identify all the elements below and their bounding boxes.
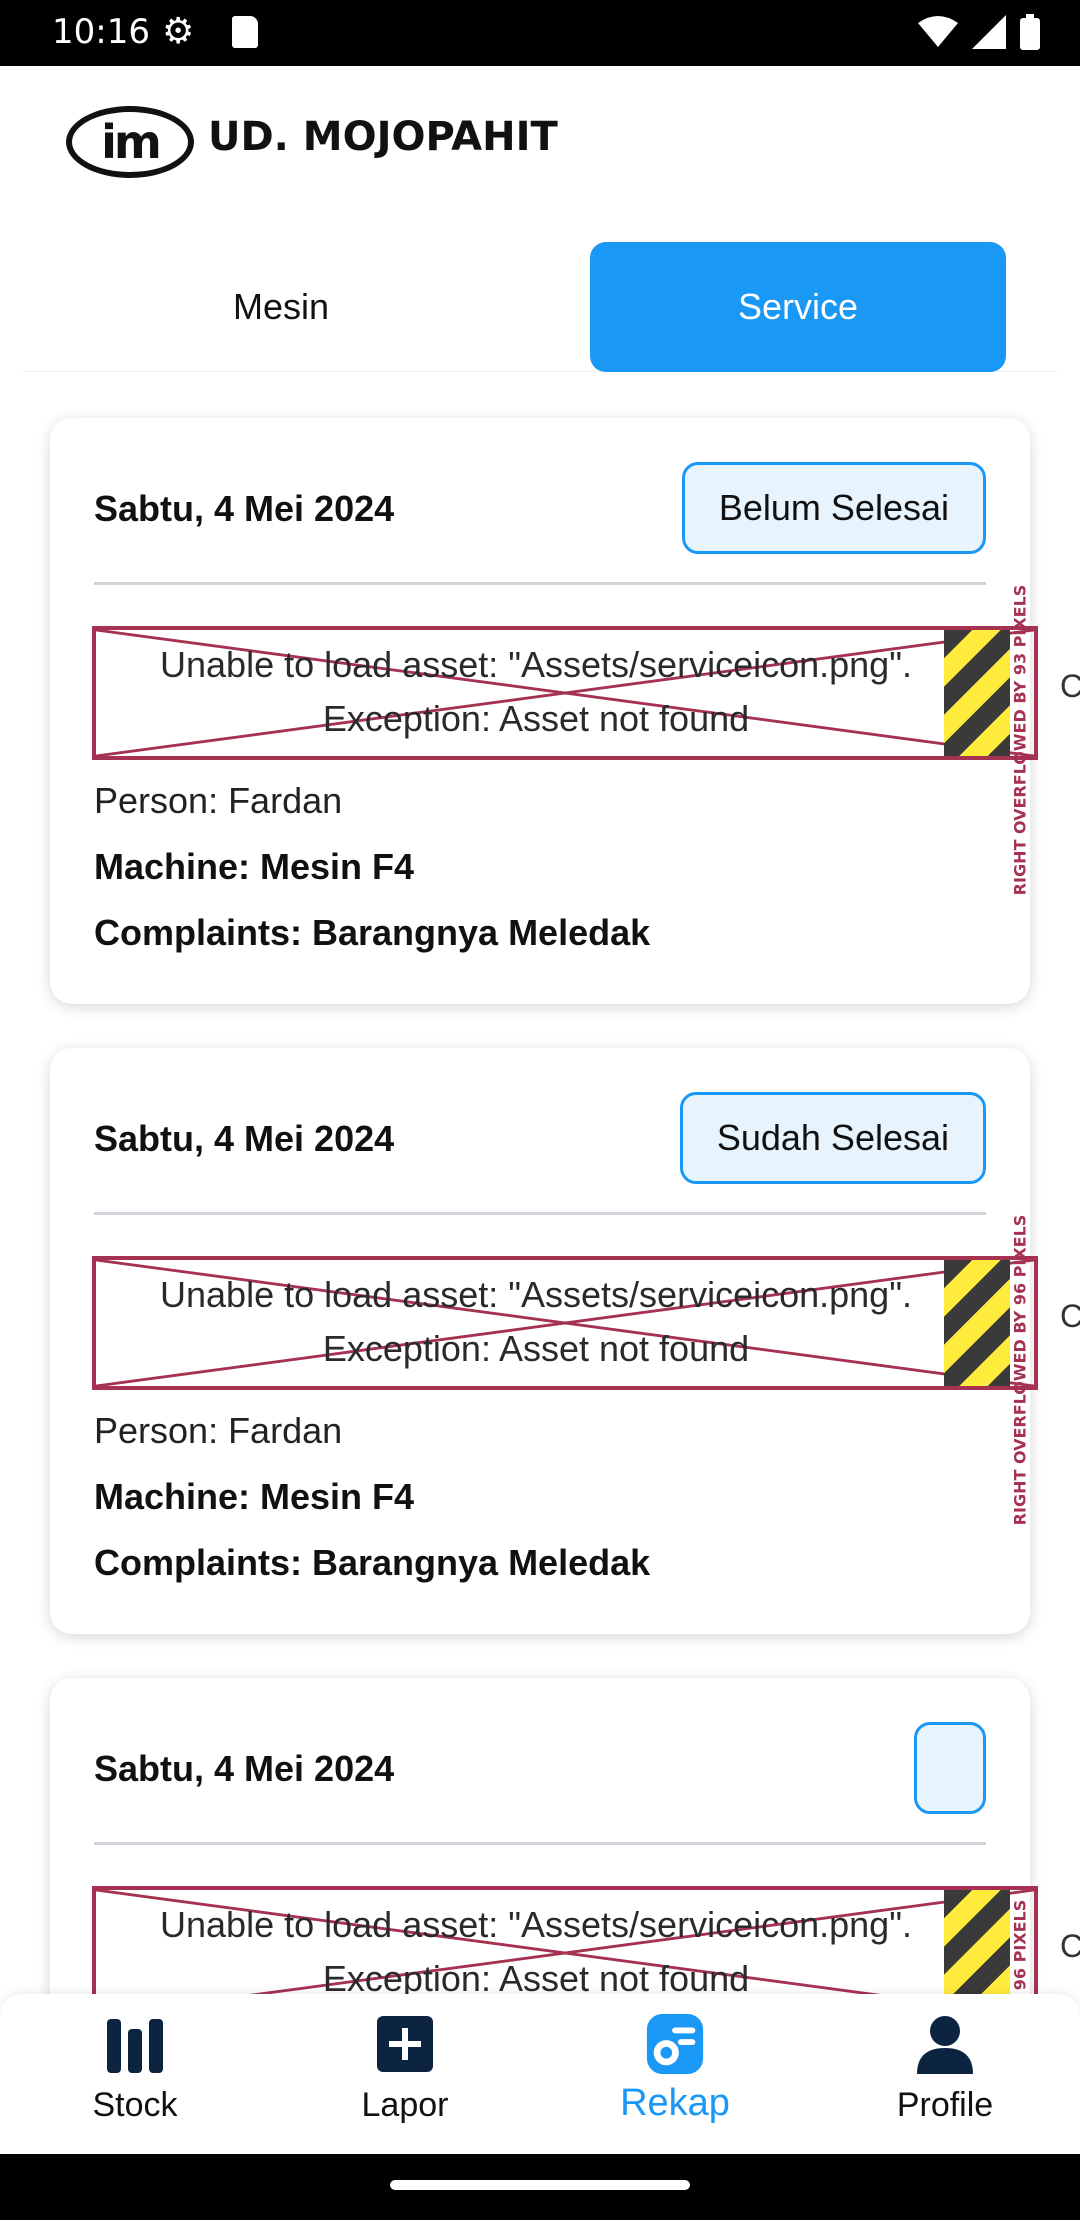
overflow-text: RIGHT OVERFLOWED BY 96 PIXELS [1010, 1214, 1030, 1526]
service-card[interactable]: Sabtu, 4 Mei 2024 Unable to load asset: … [50, 1678, 1080, 1994]
card-divider [94, 1842, 986, 1845]
error-line-2: Exception: Asset not found [322, 1328, 750, 1369]
status-time: 10:16 [52, 12, 150, 52]
error-message: Unable to load asset: "Assets/serviceico… [96, 1268, 976, 1376]
nav-lapor[interactable]: Lapor [270, 2012, 540, 2142]
sd-card-icon [232, 16, 258, 48]
clipped-char: C [1060, 668, 1080, 704]
nav-label: Profile [896, 2086, 994, 2124]
nav-stock[interactable]: Stock [0, 2012, 270, 2142]
asset-error-box: Unable to load asset: "Assets/serviceico… [92, 1886, 1038, 1994]
status-icons [918, 14, 1040, 50]
error-line-1: Unable to load asset: "Assets/serviceico… [160, 644, 912, 685]
overflow-stripes [944, 1890, 1010, 1994]
error-message: Unable to load asset: "Assets/serviceico… [96, 638, 976, 746]
service-card[interactable]: Sabtu, 4 Mei 2024 Belum Selesai Unable t… [50, 418, 1080, 1004]
error-line-2: Exception: Asset not found [322, 1958, 750, 1994]
brand-logo-icon: im [66, 106, 194, 178]
asset-error-box: Unable to load asset: "Assets/serviceico… [92, 585, 1038, 895]
overflow-text: RIGHT OVERFLOWED BY 93 PIXELS [1010, 584, 1030, 896]
error-line-1: Unable to load asset: "Assets/serviceico… [160, 1904, 912, 1945]
bar-chart-icon [103, 2012, 167, 2076]
status-badge[interactable]: Belum Selesai [681, 462, 986, 554]
nav-profile[interactable]: Profile [810, 2012, 1080, 2142]
error-message: Unable to load asset: "Assets/serviceico… [96, 1898, 976, 1994]
service-list[interactable]: Sabtu, 4 Mei 2024 Belum Selesai Unable t… [0, 372, 1080, 1994]
overflow-text: FLOWED BY 96 PIXELS [1011, 1900, 1030, 1994]
nav-label: Rekap [620, 2082, 730, 2124]
card-date: Sabtu, 4 Mei 2024 [94, 488, 395, 529]
brand-name: UD. MOJOPAHIT [208, 114, 558, 160]
tab-mesin[interactable]: Mesin [22, 242, 540, 372]
plus-box-icon [373, 2012, 437, 2076]
wifi-icon [918, 16, 958, 47]
nav-rekap[interactable]: Rekap [540, 2012, 810, 2142]
person-icon [913, 2012, 977, 2076]
card-person: Person: Fardan [94, 780, 343, 821]
card-divider [94, 582, 986, 585]
tab-service[interactable]: Service [590, 242, 1006, 372]
card-date: Sabtu, 4 Mei 2024 [94, 1118, 395, 1159]
signal-icon [972, 15, 1006, 49]
system-gesture-bar [0, 2154, 1080, 2220]
card-complaint: Complaints: Barangnya Meledak [94, 1542, 651, 1583]
asset-error-box: Unable to load asset: "Assets/serviceico… [92, 1215, 1038, 1525]
clipped-char: C [1060, 1298, 1080, 1334]
card-divider [94, 1212, 986, 1215]
overflow-stripes [944, 1260, 1010, 1386]
status-badge[interactable] [914, 1722, 986, 1814]
home-handle[interactable] [390, 2180, 690, 2190]
error-line-1: Unable to load asset: "Assets/serviceico… [160, 1274, 912, 1315]
settings-gear-icon: ⚙ [162, 11, 195, 52]
card-date: Sabtu, 4 Mei 2024 [94, 1748, 395, 1789]
nav-label: Stock [92, 2086, 178, 2124]
recap-icon [643, 2012, 707, 2076]
card-complaint: Complaints: Barangnya Meledak [94, 912, 651, 953]
card-person: Person: Fardan [94, 1410, 343, 1451]
card-machine: Machine: Mesin F4 [94, 1476, 415, 1517]
bottom-nav: Stock Lapor Rekap Profile [0, 1994, 1080, 2154]
overflow-stripes [944, 630, 1010, 756]
card-machine: Machine: Mesin F4 [94, 846, 415, 887]
battery-icon [1020, 14, 1040, 50]
tab-bar: Mesin Service [22, 242, 1058, 372]
error-line-2: Exception: Asset not found [322, 698, 750, 739]
nav-label: Lapor [361, 2086, 449, 2124]
clipped-char: C [1060, 1928, 1080, 1964]
status-bar: 10:16 ⚙ [0, 0, 1080, 66]
service-card[interactable]: Sabtu, 4 Mei 2024 Sudah Selesai Unable t… [50, 1048, 1080, 1634]
status-badge[interactable]: Sudah Selesai [679, 1092, 986, 1184]
